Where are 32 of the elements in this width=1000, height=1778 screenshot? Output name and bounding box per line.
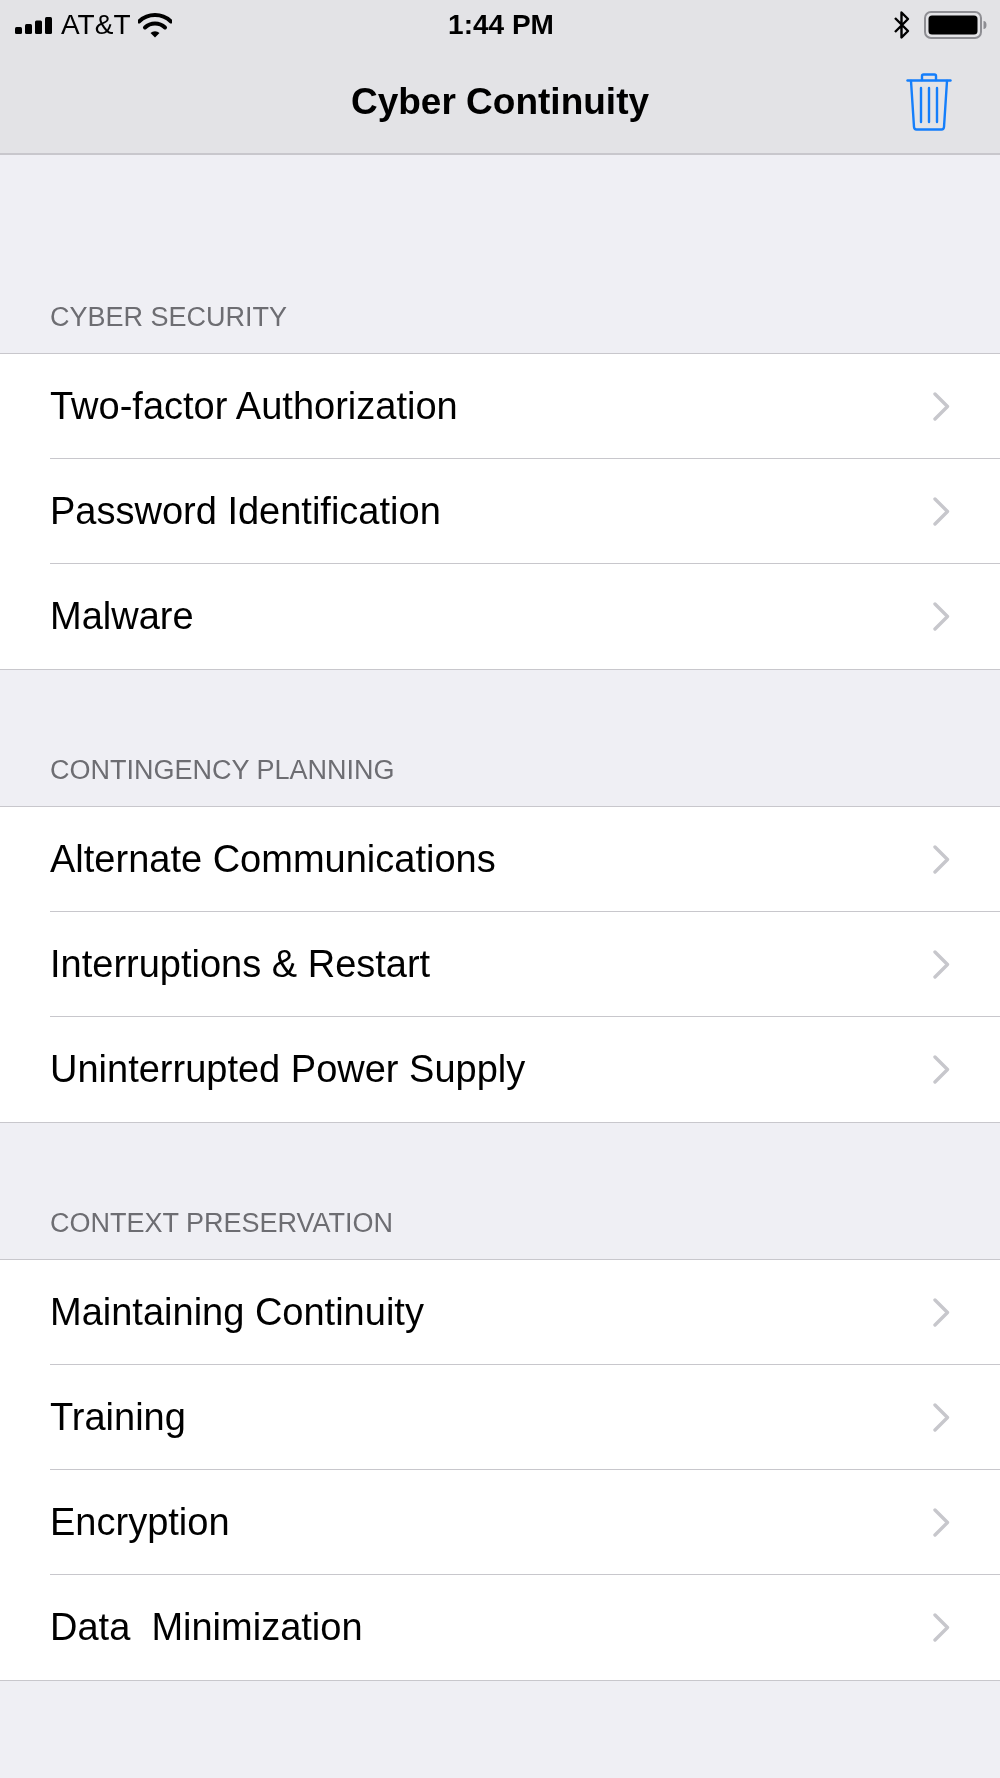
list-row[interactable]: Maintaining Continuity (0, 1260, 1000, 1365)
chevron-icon (933, 602, 950, 631)
trash-icon (906, 72, 952, 131)
nav-title: Cyber Continuity (350, 80, 650, 123)
list-row[interactable]: Malware (0, 564, 1000, 669)
chevron-icon (933, 497, 950, 526)
list-row[interactable]: Password Identification (0, 459, 1000, 564)
chevron-icon (933, 845, 950, 874)
list-row[interactable]: Data Minimization (0, 1575, 1000, 1680)
list-row[interactable]: Encryption (0, 1470, 1000, 1575)
status-time: 1:44 PM (448, 11, 554, 39)
list-row[interactable]: Training (0, 1365, 1000, 1470)
chevron-icon (933, 1403, 950, 1432)
list-row[interactable]: Alternate Communications (0, 807, 1000, 912)
list-row[interactable]: Interruptions & Restart (0, 912, 1000, 1017)
section-header: CONTINGENCY PLANNING (50, 754, 395, 786)
carrier-name: AT&T (61, 11, 131, 39)
wifi-icon (138, 12, 173, 38)
section-header: CONTEXT PRESERVATION (50, 1207, 394, 1239)
bluetooth-icon (893, 10, 910, 40)
list-row[interactable]: Uninterrupted Power Supply (0, 1017, 1000, 1122)
chevron-icon (933, 1613, 950, 1642)
battery-icon (924, 11, 987, 39)
chevron-icon (933, 1055, 950, 1084)
chevron-icon (933, 1508, 950, 1537)
chevron-icon (933, 1298, 950, 1327)
chevron-icon (933, 950, 950, 979)
delete-button[interactable] (906, 72, 952, 131)
chevron-icon (933, 392, 950, 421)
list-row[interactable]: Two-factor Authorization (0, 354, 1000, 459)
section-header: CYBER SECURITY (50, 301, 288, 333)
signal-bars-icon (15, 16, 53, 34)
